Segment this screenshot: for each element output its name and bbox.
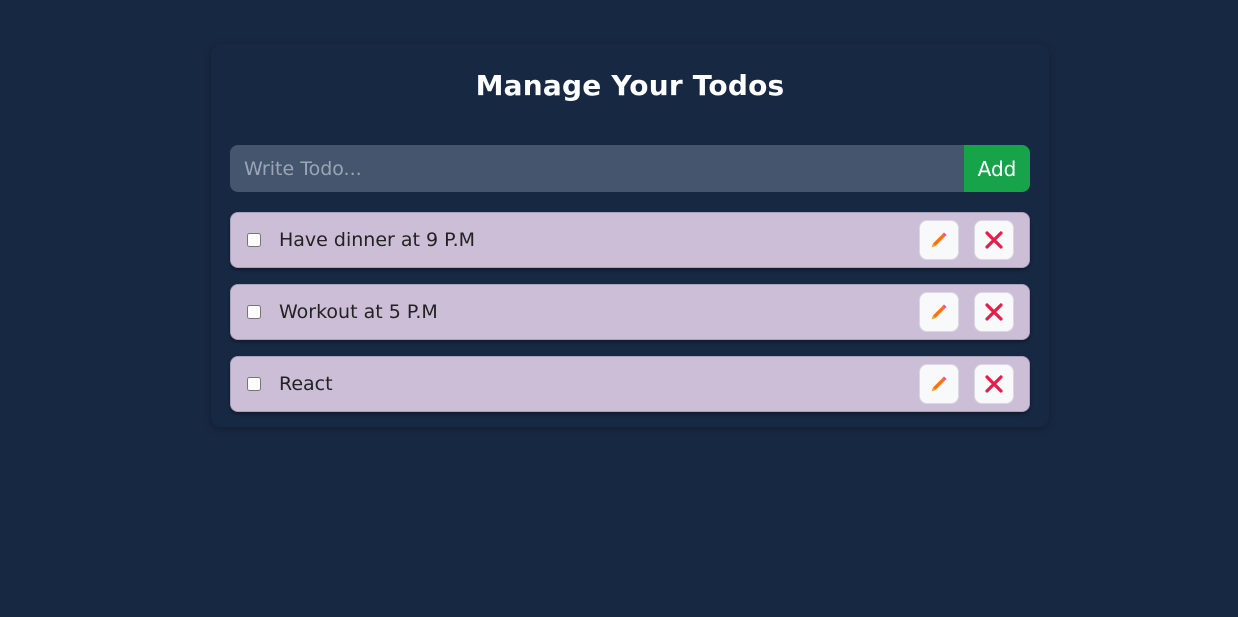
todo-item: React [230,356,1030,412]
delete-button[interactable] [974,220,1014,260]
close-icon [985,375,1003,393]
todo-checkbox[interactable] [247,377,261,391]
edit-button[interactable] [919,364,959,404]
todo-text: Workout at 5 P.M [279,301,438,323]
edit-button[interactable] [919,220,959,260]
delete-button[interactable] [974,292,1014,332]
todo-checkbox[interactable] [247,305,261,319]
close-icon [985,231,1003,249]
edit-button[interactable] [919,292,959,332]
pencil-icon [931,304,947,320]
page-title: Manage Your Todos [475,69,785,102]
todo-item: Workout at 5 P.M [230,284,1030,340]
close-icon [985,303,1003,321]
pencil-icon [931,232,947,248]
todo-checkbox[interactable] [247,233,261,247]
todo-input[interactable] [230,145,964,192]
todo-panel: Manage Your Todos Add Have dinner at 9 P… [211,44,1049,427]
todo-text: React [279,373,333,395]
add-button[interactable]: Add [964,145,1030,192]
todo-list: Have dinner at 9 P.M Workout at 5 P.M Re… [230,212,1030,428]
delete-button[interactable] [974,364,1014,404]
pencil-icon [931,376,947,392]
todo-item: Have dinner at 9 P.M [230,212,1030,268]
todo-text: Have dinner at 9 P.M [279,229,476,251]
add-todo-form: Add [230,145,1030,192]
